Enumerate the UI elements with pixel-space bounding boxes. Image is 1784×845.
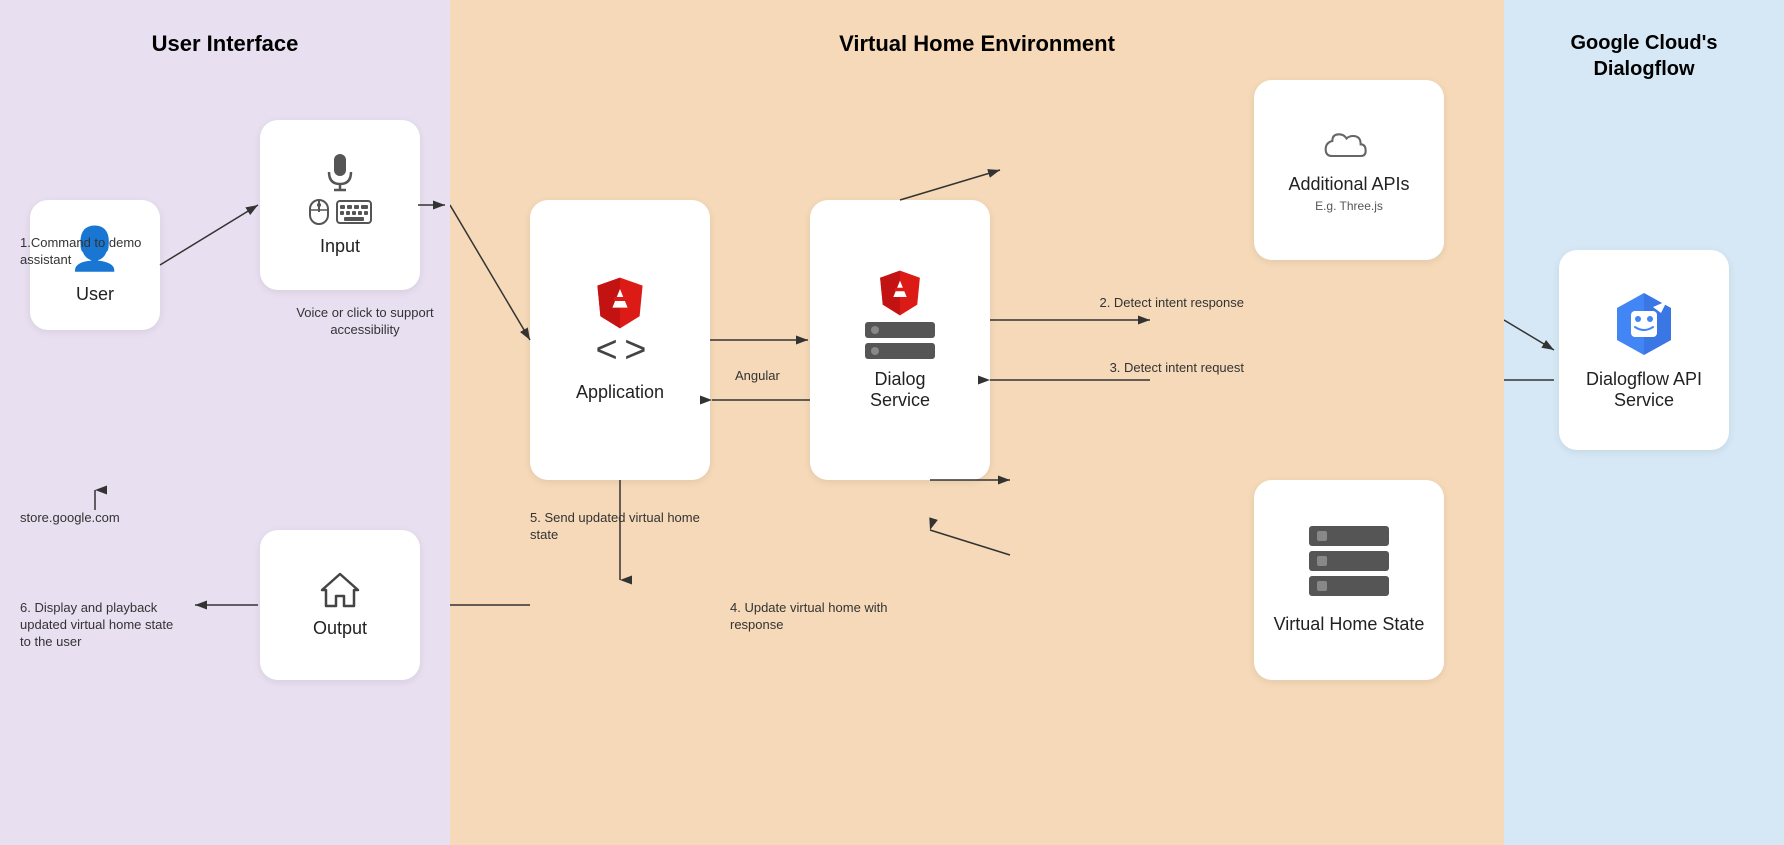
user-interface-section: User Interface 👤 User [0, 0, 450, 845]
vhs-row-2 [1309, 551, 1389, 571]
angular-icon-app [595, 277, 645, 329]
application-label: Application [576, 382, 664, 403]
vhs-row-1 [1309, 526, 1389, 546]
arrow-label-4: 4. Update virtual home with response [730, 600, 910, 634]
arrow-label-3: 3. Detect intent request [1110, 360, 1244, 377]
mouse-icon [308, 198, 330, 226]
home-icon [320, 572, 360, 608]
mic-icon [325, 154, 355, 192]
arrow-label-2: 2. Detect intent response [1099, 295, 1244, 312]
store-label: store.google.com [20, 510, 120, 527]
output-label: Output [313, 618, 367, 639]
angular-icon-dialog [878, 270, 922, 316]
dialogflow-api-card: Dialogflow API Service [1559, 250, 1729, 450]
input-label: Input [320, 236, 360, 257]
vhs-server-rows [1309, 526, 1389, 596]
arrow-label-1: 1.Command to demo assistant [20, 235, 150, 269]
arrow-label-5: 5. Send updated virtual home state [530, 510, 710, 544]
output-card: Output [260, 530, 420, 680]
dialogflow-icon [1609, 289, 1679, 359]
google-cloud-title: Google Cloud'sDialogflow [1524, 30, 1764, 82]
server-row-1 [865, 322, 935, 338]
dialog-service-card: DialogService [810, 200, 990, 480]
code-symbol: < > [596, 329, 645, 372]
angular-label: Angular [735, 368, 780, 385]
server-rows-dialog [865, 322, 935, 359]
google-cloud-section: Google Cloud'sDialogflow Dialogflow API … [1504, 0, 1784, 845]
dialog-service-label: DialogService [870, 369, 930, 411]
additional-apis-label: Additional APIs [1288, 174, 1409, 195]
additional-apis-sublabel: E.g. Three.js [1315, 199, 1383, 213]
virtual-home-state-label: Virtual Home State [1274, 614, 1425, 635]
user-interface-title: User Interface [20, 30, 430, 59]
arrow-label-6: 6. Display and playback updated virtual … [20, 600, 180, 651]
user-label: User [76, 284, 114, 305]
vhs-row-3 [1309, 576, 1389, 596]
virtual-home-title: Virtual Home Environment [470, 30, 1484, 59]
virtual-home-section: Virtual Home Environment < > Application [450, 0, 1504, 845]
arrow-label-voice: Voice or click to support accessibility [290, 305, 440, 339]
dialogflow-api-label: Dialogflow API Service [1573, 369, 1715, 411]
server-row-2 [865, 343, 935, 359]
virtual-home-state-card: Virtual Home State [1254, 480, 1444, 680]
keyboard-icon [336, 200, 372, 224]
input-card: Input [260, 120, 420, 290]
mouse-keyboard-icons [308, 198, 372, 226]
additional-apis-card: Additional APIs E.g. Three.js [1254, 80, 1444, 260]
application-card: < > Application [530, 200, 710, 480]
cloud-icon [1324, 128, 1374, 164]
